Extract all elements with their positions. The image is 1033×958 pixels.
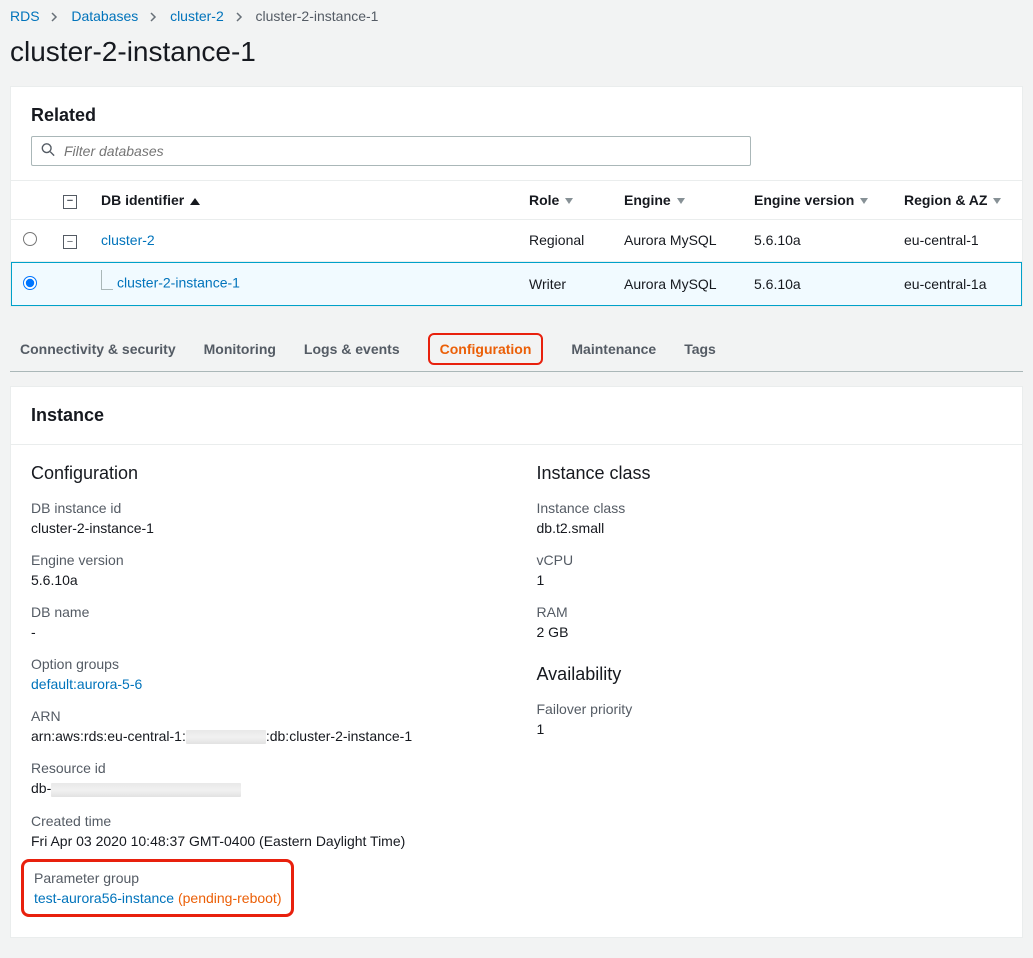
cell-region-az: eu-central-1a [892,262,1022,307]
related-heading: Related [31,105,1002,126]
row-select-radio[interactable] [23,276,37,290]
redacted-resource-id [51,783,241,797]
label-option-groups: Option groups [31,656,497,672]
value-arn: arn:aws:rds:eu-central-1::db:cluster-2-i… [31,728,497,744]
label-ram: RAM [537,604,1003,620]
databases-table: − DB identifier Role Engine Engine versi… [11,180,1022,306]
cell-engine-version: 5.6.10a [742,219,892,262]
value-vcpu: 1 [537,572,1003,588]
configuration-heading: Configuration [31,463,497,484]
value-engine-version: 5.6.10a [31,572,497,588]
cell-role: Regional [517,219,612,262]
availability-heading: Availability [537,664,1003,685]
link-parameter-group[interactable]: test-aurora56-instance [34,890,174,906]
col-engine-version[interactable]: Engine version [742,181,892,220]
search-box [31,136,1002,166]
tabs-bar: Connectivity & security Monitoring Logs … [10,327,1023,372]
value-db-name: - [31,624,497,640]
instance-panel: Instance Configuration DB instance id cl… [10,386,1023,938]
status-pending-reboot: (pending-reboot) [178,890,282,906]
filter-icon [860,198,868,204]
label-arn: ARN [31,708,497,724]
redacted-account-id [186,730,266,744]
instance-heading: Instance [31,405,1002,426]
collapse-all-icon[interactable]: − [63,195,77,209]
db-link[interactable]: cluster-2 [101,232,155,248]
label-created-time: Created time [31,813,497,829]
filter-icon [565,198,573,204]
cell-engine: Aurora MySQL [612,219,742,262]
table-row[interactable]: − cluster-2 Regional Aurora MySQL 5.6.10… [11,219,1022,262]
search-icon [41,143,55,160]
tab-logs-events[interactable]: Logs & events [304,327,400,371]
breadcrumb: RDS Databases cluster-2 cluster-2-instan… [0,0,1033,32]
tab-connectivity-security[interactable]: Connectivity & security [20,327,176,371]
col-engine[interactable]: Engine [612,181,742,220]
chevron-right-icon [150,8,158,24]
label-vcpu: vCPU [537,552,1003,568]
value-db-instance-id: cluster-2-instance-1 [31,520,497,536]
breadcrumb-databases[interactable]: Databases [71,8,138,24]
label-engine-version: Engine version [31,552,497,568]
value-failover-priority: 1 [537,721,1003,737]
label-db-instance-id: DB instance id [31,500,497,516]
cell-region-az: eu-central-1 [892,219,1022,262]
breadcrumb-cluster[interactable]: cluster-2 [170,8,224,24]
breadcrumb-rds[interactable]: RDS [10,8,40,24]
filter-icon [993,198,1001,204]
value-created-time: Fri Apr 03 2020 10:48:37 GMT-0400 (Easte… [31,833,497,849]
instance-class-column: Instance class Instance class db.t2.smal… [537,463,1003,917]
col-db-identifier[interactable]: DB identifier [89,181,517,220]
link-option-groups[interactable]: default:aurora-5-6 [31,676,142,692]
parameter-group-highlight: Parameter group test-aurora56-instance (… [21,859,294,917]
tab-maintenance[interactable]: Maintenance [571,327,656,371]
label-failover-priority: Failover priority [537,701,1003,717]
label-instance-class: Instance class [537,500,1003,516]
col-region-az[interactable]: Region & AZ [892,181,1022,220]
tree-branch-icon [101,270,113,290]
instance-class-heading: Instance class [537,463,1003,484]
value-resource-id: db- [31,780,497,796]
col-role[interactable]: Role [517,181,612,220]
row-select-radio[interactable] [23,232,37,246]
value-ram: 2 GB [537,624,1003,640]
table-row[interactable]: cluster-2-instance-1 Writer Aurora MySQL… [11,262,1022,307]
related-panel: Related − DB identifier Role Engine Engi… [10,86,1023,307]
collapse-icon[interactable]: − [63,235,77,249]
label-resource-id: Resource id [31,760,497,776]
tab-configuration[interactable]: Configuration [428,333,544,365]
value-instance-class: db.t2.small [537,520,1003,536]
cell-engine: Aurora MySQL [612,262,742,307]
configuration-column: Configuration DB instance id cluster-2-i… [31,463,497,917]
page-title: cluster-2-instance-1 [0,32,1033,86]
tab-tags[interactable]: Tags [684,327,716,371]
filter-icon [677,198,685,204]
label-parameter-group: Parameter group [34,870,281,886]
chevron-right-icon [236,8,244,24]
search-input[interactable] [31,136,751,166]
sort-asc-icon [190,198,200,205]
cell-role: Writer [517,262,612,307]
db-link[interactable]: cluster-2-instance-1 [117,275,240,291]
cell-engine-version: 5.6.10a [742,262,892,307]
breadcrumb-current: cluster-2-instance-1 [256,8,379,24]
label-db-name: DB name [31,604,497,620]
tab-monitoring[interactable]: Monitoring [204,327,276,371]
chevron-right-icon [51,8,59,24]
